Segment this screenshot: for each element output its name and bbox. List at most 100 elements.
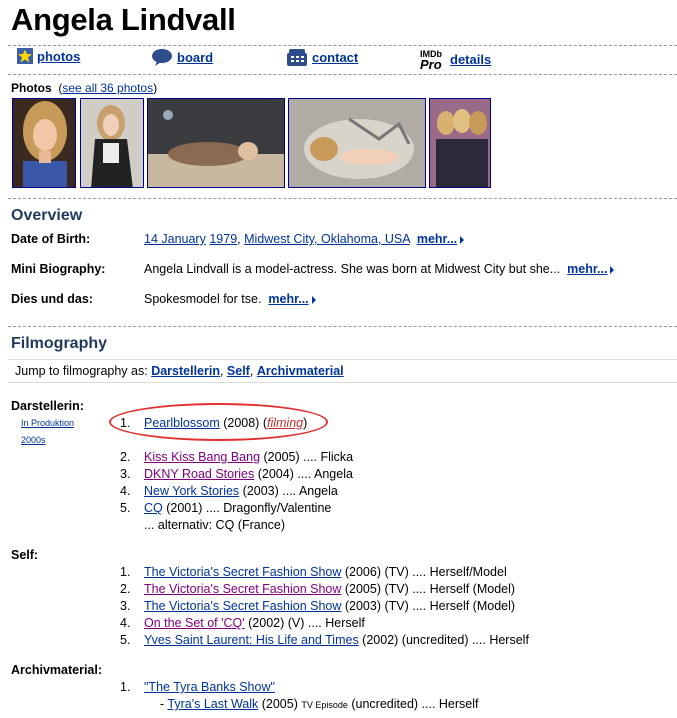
film-info: (2005) .... Flicka — [260, 450, 354, 464]
list-item: 4. On the Set of 'CQ' (2002) (V) .... Her… — [120, 616, 365, 630]
episode-year: (2005) — [258, 697, 302, 711]
item-number: 4. — [120, 484, 131, 498]
nav-details[interactable]: IMDb Pro details — [420, 48, 491, 70]
dob-label: Date of Birth: — [11, 232, 91, 246]
nav-photos-link[interactable]: photos — [37, 49, 80, 64]
darstellerin-label: Darstellerin: — [11, 399, 84, 413]
list-item: 3. The Victoria's Secret Fashion Show (20… — [120, 599, 515, 613]
list-item: 1. "The Tyra Banks Show" — [120, 680, 275, 694]
nav-details-link[interactable]: details — [450, 52, 491, 67]
archiv-label: Archivmaterial: — [11, 663, 103, 677]
trivia-more-link[interactable]: mehr... — [268, 292, 308, 306]
divider — [8, 198, 677, 200]
film-info: (2003) (TV) .... Herself (Model) — [341, 599, 516, 613]
phone-icon — [287, 49, 307, 66]
dob-value: 14 January 1979, Midwest City, Oklahoma,… — [144, 232, 465, 246]
bio-value: Angela Lindvall is a model-actress. She … — [144, 262, 615, 276]
star-icon — [17, 48, 33, 64]
film-title-link[interactable]: New York Stories — [144, 484, 239, 498]
item-number: 3. — [120, 599, 131, 613]
film-info: (2002) (V) .... Herself — [244, 616, 365, 630]
film-title-link[interactable]: DKNY Road Stories — [144, 467, 254, 481]
overview-heading: Overview — [11, 207, 83, 224]
list-item: 1. Pearlblossom (2008) (filming) — [120, 416, 307, 430]
photo-thumbnail[interactable] — [147, 98, 285, 188]
episode-tag: TV Episode — [301, 700, 348, 710]
film-info: (2001) .... Dragonfly/Valentine — [162, 501, 332, 515]
bio-more-link[interactable]: mehr... — [567, 262, 607, 276]
jump-darstellerin-link[interactable]: Darstellerin — [151, 364, 220, 378]
film-info: (2004) .... Angela — [254, 467, 353, 481]
photo-thumbnail[interactable] — [288, 98, 426, 188]
divider — [8, 326, 677, 328]
dob-more-link[interactable]: mehr... — [417, 232, 457, 246]
film-title-link[interactable]: Kiss Kiss Bang Bang — [144, 450, 260, 464]
in-produktion-link[interactable]: In Produktion — [21, 418, 74, 428]
film-title-link[interactable]: "The Tyra Banks Show" — [144, 680, 275, 694]
photo-thumbnail[interactable] — [12, 98, 76, 188]
item-number: 5. — [120, 633, 131, 647]
divider — [8, 45, 677, 47]
list-item: 5. CQ (2001) .... Dragonfly/Valentine — [120, 501, 331, 515]
jump-archiv-link[interactable]: Archivmaterial — [257, 364, 344, 378]
dob-year-link[interactable]: 1979 — [209, 232, 237, 246]
film-title-link[interactable]: The Victoria's Secret Fashion Show — [144, 582, 341, 596]
film-info: (2005) (TV) .... Herself (Model) — [341, 582, 516, 596]
nav-contact-link[interactable]: contact — [312, 50, 358, 65]
item-number: 2. — [120, 582, 131, 596]
episode-info: (uncredited) .... Herself — [347, 697, 479, 711]
photo-thumbnail[interactable] — [429, 98, 491, 188]
list-item: 4. New York Stories (2003) .... Angela — [120, 484, 338, 498]
arrow-right-icon — [460, 235, 465, 244]
item-number: 3. — [120, 467, 131, 481]
filmography-jump-bar: Jump to filmography as: Darstellerin, Se… — [8, 359, 677, 383]
alt-title: ... alternativ: CQ (France) — [144, 518, 286, 532]
bio-label: Mini Biography: — [11, 262, 106, 276]
trivia-value: Spokesmodel for tse. mehr... — [144, 292, 316, 306]
page-title: Angela Lindvall — [11, 2, 236, 37]
list-item: 2. Kiss Kiss Bang Bang (2005) .... Flicka — [120, 450, 353, 464]
film-info: (2002) (uncredited) .... Herself — [358, 633, 529, 647]
filming-link[interactable]: filming — [267, 416, 303, 430]
film-title-link[interactable]: CQ — [144, 501, 163, 515]
nav-photos[interactable]: photos — [17, 48, 80, 64]
item-number: 1. — [120, 565, 131, 579]
film-title-link[interactable]: Pearlblossom — [144, 416, 220, 430]
item-number: 1. — [120, 416, 131, 430]
jump-text: Jump to filmography as: — [15, 364, 148, 378]
photo-thumbnail[interactable] — [80, 98, 144, 188]
nav-board[interactable]: board — [151, 48, 213, 66]
film-info: (2003) .... Angela — [239, 484, 338, 498]
film-title-link[interactable]: On the Set of 'CQ' — [144, 616, 245, 630]
arrow-right-icon — [311, 295, 316, 304]
list-item: 2. The Victoria's Secret Fashion Show (20… — [120, 582, 515, 596]
item-number: 4. — [120, 616, 131, 630]
trivia-text: Spokesmodel for tse. — [144, 292, 262, 306]
item-number: 2. — [120, 450, 131, 464]
film-info: (2008) ( — [219, 416, 267, 430]
episode-title-link[interactable]: Tyra's Last Walk — [167, 697, 258, 711]
imdbpro-logo: IMDbPro — [420, 49, 442, 70]
nav-contact[interactable]: contact — [286, 48, 358, 66]
episode-item: - Tyra's Last Walk (2005) TV Episode (un… — [160, 697, 479, 711]
list-item: 3. DKNY Road Stories (2004) .... Angela — [120, 467, 353, 481]
self-label: Self: — [11, 548, 39, 562]
film-title-link[interactable]: Yves Saint Laurent: His Life and Times — [144, 633, 359, 647]
paren: ) — [153, 81, 158, 95]
photos-label: Photos — [11, 81, 52, 95]
svg-text:Pro: Pro — [420, 57, 442, 70]
list-item: 5. Yves Saint Laurent: His Life and Times… — [120, 633, 529, 647]
see-all-photos-link[interactable]: see all 36 photos — [62, 81, 153, 95]
2000s-link[interactable]: 2000s — [21, 435, 46, 445]
dob-place-link[interactable]: Midwest City, Oklahoma, USA — [244, 232, 410, 246]
nav-board-link[interactable]: board — [177, 50, 213, 65]
dob-day-link[interactable]: 14 January — [144, 232, 206, 246]
list-item: 1. The Victoria's Secret Fashion Show (20… — [120, 565, 507, 579]
filmography-heading: Filmography — [11, 335, 108, 352]
jump-self-link[interactable]: Self — [227, 364, 250, 378]
bio-text: Angela Lindvall is a model-actress. She … — [144, 262, 561, 276]
film-title-link[interactable]: The Victoria's Secret Fashion Show — [144, 599, 341, 613]
item-number: 1. — [120, 680, 131, 694]
film-title-link[interactable]: The Victoria's Secret Fashion Show — [144, 565, 341, 579]
divider — [8, 74, 677, 76]
